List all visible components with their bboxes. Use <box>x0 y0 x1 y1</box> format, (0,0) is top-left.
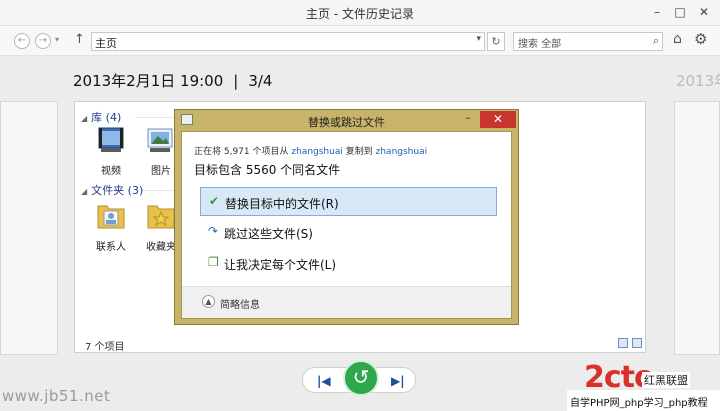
favorites-folder-icon <box>147 205 175 229</box>
libraries-header-label: 库 (4) <box>91 111 122 124</box>
details-view-icon[interactable] <box>618 338 628 348</box>
item-count: 7 个项目 <box>85 342 125 353</box>
option-label: 跳过这些文件(S) <box>224 227 313 241</box>
search-input[interactable]: 搜索 全部 ⌕ <box>513 32 663 51</box>
dialog-minimize-button[interactable]: – <box>458 111 478 128</box>
section-divider <box>145 190 175 191</box>
recent-locations-chevron-icon[interactable]: ▾ <box>55 35 59 44</box>
library-tile-videos[interactable]: 视频 <box>89 124 133 177</box>
dialog-body: 正在将 5,971 个项目从 zhangshuai 复制到 zhangshuai… <box>181 131 512 319</box>
close-button[interactable]: ✕ <box>693 2 715 22</box>
contacts-folder-icon <box>97 205 125 229</box>
copy-prefix: 正在将 5,971 个项目从 <box>194 147 289 157</box>
up-arrow-icon[interactable]: ↑ <box>74 32 85 47</box>
watermark-left: www.jb51.net <box>2 387 111 405</box>
dialog-title-bar[interactable]: 替换或跳过文件 – ✕ <box>175 110 518 130</box>
replace-or-skip-dialog: 替换或跳过文件 – ✕ 正在将 5,971 个项目从 zhangshuai 复制… <box>174 109 519 325</box>
chevron-up-icon[interactable]: ▲ <box>202 295 215 308</box>
folder-tile-label: 联系人 <box>96 242 126 253</box>
watermark-bottom: 自学PHP网_php学习_php教程 <box>567 390 720 411</box>
folder-tile-contacts[interactable]: 联系人 <box>89 198 133 253</box>
restore-icon[interactable]: ↺ <box>343 360 379 396</box>
snapshot-position: 3/4 <box>248 72 273 90</box>
address-value: 主页 <box>95 37 117 50</box>
copy-status: 正在将 5,971 个项目从 zhangshuai 复制到 zhangshuai <box>194 144 427 157</box>
previous-version-icon[interactable]: |◀ <box>317 374 331 388</box>
large-icons-view-icon[interactable] <box>632 338 642 348</box>
minimize-button[interactable]: – <box>646 2 668 22</box>
picture-library-icon <box>147 128 173 152</box>
window-title: 主页 - 文件历史记录 <box>306 7 414 21</box>
video-library-icon <box>98 127 124 152</box>
folders-header[interactable]: ◢ 文件夹 (3) <box>81 182 143 198</box>
copy-destination-link[interactable]: zhangshuai <box>376 147 427 157</box>
address-bar[interactable]: 主页 ▾ <box>91 32 485 51</box>
search-icon[interactable]: ⌕ <box>653 34 659 48</box>
next-snapshot-date[interactable]: 2013年 <box>676 70 720 91</box>
refresh-icon[interactable]: ↻ <box>487 32 505 51</box>
previous-snapshot-pane[interactable] <box>0 101 58 355</box>
option-label: 替换目标中的文件(R) <box>225 197 339 211</box>
forward-arrow-icon[interactable]: → <box>35 33 51 49</box>
maximize-button[interactable]: □ <box>669 2 691 22</box>
snapshot-date: 2013年2月1日 19:00 <box>73 72 224 90</box>
checkmark-icon: ✔ <box>209 194 220 208</box>
snapshot-separator: | <box>233 72 239 90</box>
fewer-details-toggle[interactable]: 简略信息 <box>220 296 260 311</box>
skip-files-option[interactable]: ↷ 跳过这些文件(S) <box>200 218 497 247</box>
skip-arrow-icon: ↷ <box>208 224 219 238</box>
collapse-triangle-icon[interactable]: ◢ <box>81 187 87 196</box>
collapse-triangle-icon[interactable]: ◢ <box>81 114 87 123</box>
watermark-tag: 红黑联盟 <box>642 372 690 388</box>
dialog-footer: ▲ 简略信息 <box>182 286 511 318</box>
next-version-icon[interactable]: ▶| <box>391 374 405 388</box>
home-icon[interactable]: ⌂ <box>673 31 682 47</box>
copy-mid: 复制到 <box>345 147 373 157</box>
dialog-close-button[interactable]: ✕ <box>480 111 516 128</box>
address-dropdown-icon[interactable]: ▾ <box>476 34 481 44</box>
snapshot-header: 2013年2月1日 19:00 | 3/4 <box>73 70 272 91</box>
library-tile-label: 视频 <box>101 166 121 177</box>
conflict-headline: 目标包含 5560 个同名文件 <box>194 163 341 177</box>
next-snapshot-pane[interactable] <box>674 101 720 355</box>
compare-files-icon: ❐ <box>208 255 219 269</box>
search-placeholder: 搜索 全部 <box>518 39 562 50</box>
copy-source-link[interactable]: zhangshuai <box>291 147 342 157</box>
replace-files-option[interactable]: ✔ 替换目标中的文件(R) <box>200 187 497 216</box>
option-label: 让我决定每个文件(L) <box>224 258 337 272</box>
back-arrow-icon[interactable]: ← <box>14 33 30 49</box>
folders-header-label: 文件夹 (3) <box>91 184 144 197</box>
libraries-header[interactable]: ◢ 库 (4) <box>81 109 121 125</box>
gear-icon[interactable]: ⚙ <box>694 30 707 48</box>
decide-each-file-option[interactable]: ❐ 让我决定每个文件(L) <box>200 249 497 278</box>
navigation-bar: ← → ▾ ↑ 主页 ▾ ↻ 搜索 全部 ⌕ ⌂ ⚙ <box>0 26 720 56</box>
section-divider <box>135 117 175 118</box>
title-bar: 主页 - 文件历史记录 – □ ✕ <box>0 0 720 26</box>
